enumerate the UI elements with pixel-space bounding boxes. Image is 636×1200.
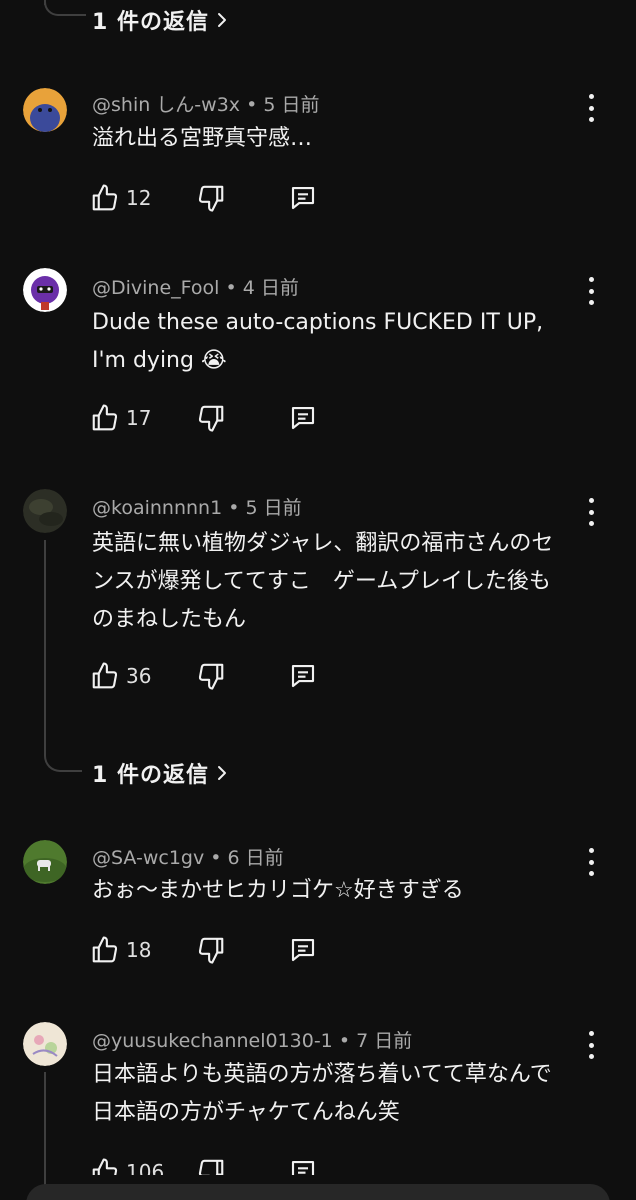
comment-meta: @Divine_Fool • 4 日前 [92,277,299,299]
comment-text: 日本語よりも英語の方が落ち着いてて草なんで日本語の方がチャケてんねん笑 [92,1062,552,1125]
more-options-icon[interactable] [580,94,602,122]
comment-author[interactable]: @koainnnnn1 [92,497,222,519]
comment-author[interactable]: @shin しん-w3x [92,94,240,116]
like-button[interactable]: 17 [90,403,151,433]
like-count: 17 [126,406,152,430]
avatar[interactable] [23,1022,67,1066]
avatar[interactable] [23,268,67,312]
like-button[interactable]: 106 [90,1157,164,1175]
dislike-button[interactable] [196,661,226,691]
like-count: 106 [126,1160,165,1175]
view-replies-label: 1 件の返信 [92,763,209,788]
comment-age: 6 日前 [227,847,284,869]
like-count: 12 [126,186,152,210]
reply-button[interactable] [288,661,318,691]
comment-age: 7 日前 [356,1030,413,1052]
comment-text: 溢れ出る宮野真守感… [92,126,313,151]
thumbs-down-icon [198,185,224,212]
reply-button[interactable] [288,403,318,433]
avatar[interactable] [23,88,67,132]
like-button[interactable]: 18 [90,935,151,965]
reply-comment-icon [291,186,315,210]
more-options-icon[interactable] [580,1031,602,1059]
thumbs-up-icon [92,936,118,963]
reply-comment-icon [291,406,315,430]
reply-comment-icon [291,938,315,962]
comment-meta: @yuusukechannel0130-1 • 7 日前 [92,1030,413,1052]
comment-meta: @koainnnnn1 • 5 日前 [92,497,302,519]
thumbs-up-icon [92,404,118,431]
like-count: 18 [126,938,152,962]
comment-author[interactable]: @yuusukechannel0130-1 [92,1030,333,1052]
view-replies-link[interactable]: 1 件の返信 [92,757,231,789]
comment-age: 5 日前 [263,94,320,116]
dislike-button[interactable] [196,935,226,965]
more-options-icon[interactable] [580,848,602,876]
view-replies-label: 1 件の返信 [92,10,209,35]
chevron-right-icon [217,766,226,780]
comment-text: おぉ～まかせヒカリゴケ☆好きすぎる [92,878,464,903]
avatar[interactable] [23,489,67,533]
thumbs-up-icon [92,1158,118,1175]
add-comment-bar[interactable] [26,1184,610,1200]
comment-actions: 18 [90,935,350,975]
comment-actions: 12 [90,183,350,223]
comment-actions: 36 [90,661,350,701]
comment-meta: @SA-wc1gv • 6 日前 [92,847,284,869]
thumbs-down-icon [198,405,224,432]
thumbs-down-icon [198,663,224,690]
like-count: 36 [126,664,152,688]
thread-line-curve [44,0,86,16]
reply-comment-icon [291,1160,315,1175]
avatar[interactable] [23,840,67,884]
comment-author[interactable]: @Divine_Fool [92,277,219,299]
reply-button[interactable] [288,935,318,965]
comment-text: 英語に無い植物ダジャレ、翻訳の福市さんのセンスが爆発しててすこ ゲームプレイした… [92,531,554,632]
more-options-icon[interactable] [580,277,602,305]
reply-button[interactable] [288,183,318,213]
comment-author[interactable]: @SA-wc1gv [92,847,204,869]
thumbs-up-icon [92,184,118,211]
view-replies-link[interactable]: 1 件の返信 [92,4,231,36]
thread-line [44,1072,46,1200]
more-options-icon[interactable] [580,498,602,526]
reply-button[interactable] [288,1157,318,1175]
reply-comment-icon [291,664,315,688]
comment-meta: @shin しん-w3x • 5 日前 [92,94,320,116]
comment-actions: 106 [90,1157,350,1175]
like-button[interactable]: 36 [90,661,151,691]
chevron-right-icon [217,13,226,27]
comment-text: Dude these auto-captions FUCKED IT UP, I… [92,310,544,373]
comments-page: 1 件の返信 @shin しん-w3x • 5 日前 溢れ出る宮野真守感… 12 [0,0,636,1200]
dislike-button[interactable] [196,403,226,433]
thread-line [44,540,46,752]
dislike-button[interactable] [196,1157,226,1175]
comment-age: 4 日前 [242,277,299,299]
thumbs-down-icon [198,1159,224,1175]
comment-age: 5 日前 [245,497,302,519]
like-button[interactable]: 12 [90,183,151,213]
comment-actions: 17 [90,403,350,443]
thumbs-down-icon [198,937,224,964]
thread-line-curve [44,740,82,772]
dislike-button[interactable] [196,183,226,213]
thumbs-up-icon [92,662,118,689]
